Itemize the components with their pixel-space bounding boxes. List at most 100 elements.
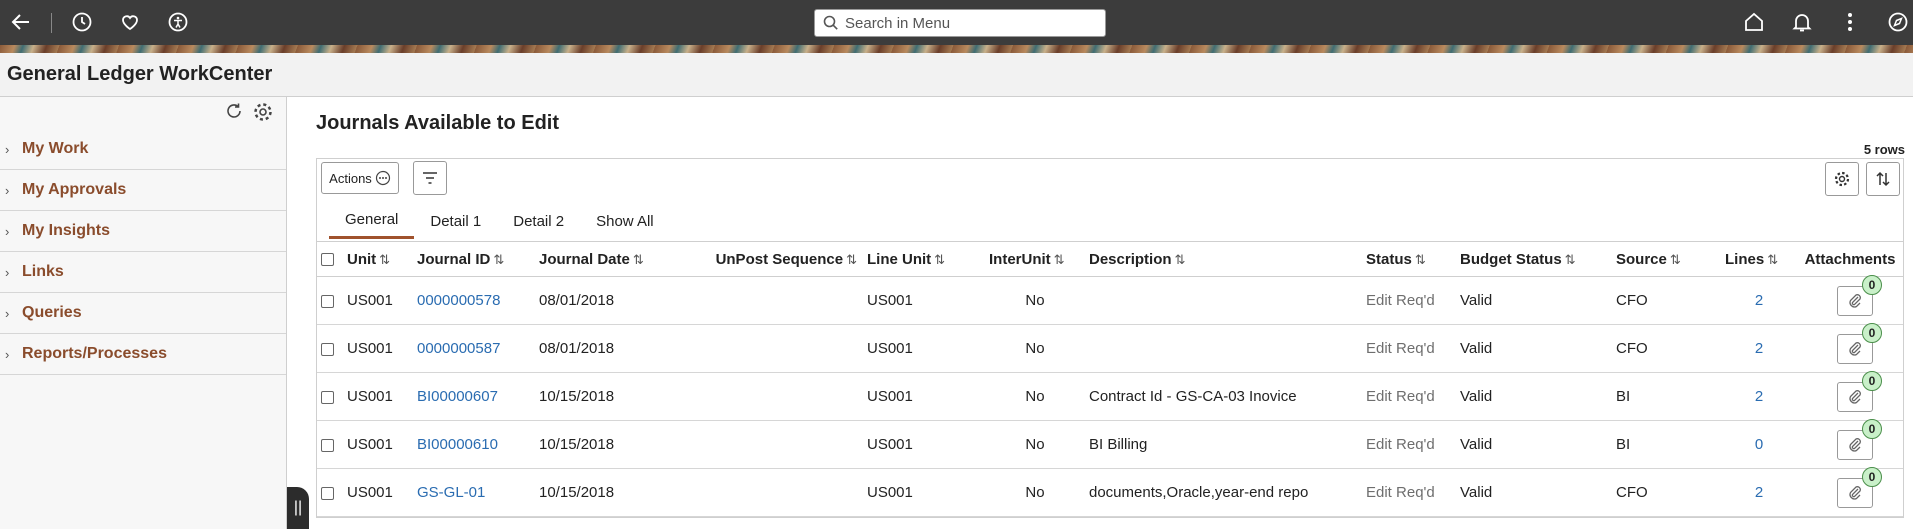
sort-icon[interactable]: ⇅: [633, 252, 644, 267]
cell-source: CFO: [1616, 340, 1648, 357]
sort-icon[interactable]: ⇅: [493, 252, 504, 267]
column-header-interunit[interactable]: InterUnit ⇅: [985, 242, 1085, 277]
sort-icon[interactable]: ⇅: [1175, 252, 1186, 267]
attachment-button[interactable]: 0: [1837, 466, 1882, 508]
sort-icon[interactable]: ⇅: [1767, 252, 1778, 267]
lines-link[interactable]: 0: [1721, 421, 1797, 469]
sort-icon[interactable]: ⇅: [1565, 252, 1576, 267]
cell-budget-status: Valid: [1460, 484, 1493, 501]
column-header-attachments: Attachments: [1804, 250, 1896, 268]
sort-icon[interactable]: ⇅: [379, 252, 390, 267]
cell-budget-status: Valid: [1460, 388, 1493, 405]
attachment-count-badge: 0: [1862, 274, 1882, 295]
journal-id-link[interactable]: BI00000607: [413, 373, 535, 421]
column-header-status[interactable]: Status ⇅: [1362, 242, 1456, 277]
navigator-compass-icon[interactable]: [1886, 10, 1910, 34]
sort-icon[interactable]: ⇅: [1054, 252, 1065, 267]
column-header-unit[interactable]: Unit ⇅: [343, 242, 413, 277]
lines-link[interactable]: 2: [1721, 373, 1797, 421]
grid-sort-button[interactable]: [1866, 162, 1900, 196]
column-header-description[interactable]: Description ⇅: [1085, 242, 1362, 277]
row-select-checkbox[interactable]: [321, 438, 334, 452]
more-options-icon[interactable]: [1838, 10, 1862, 34]
cell-journal-date: 08/01/2018: [539, 292, 615, 309]
sidebar-collapse-handle[interactable]: ||: [287, 487, 309, 529]
cell-description: BI Billing: [1089, 436, 1148, 453]
attachment-button[interactable]: 0: [1837, 370, 1882, 412]
paperclip-icon: [1848, 293, 1862, 313]
sort-icon[interactable]: ⇅: [1415, 252, 1426, 267]
table-header-row: Unit ⇅ Journal ID ⇅ Journal Date ⇅ UnPost S…: [317, 241, 1903, 277]
cell-status: Edit Req'd: [1366, 340, 1435, 357]
journal-id-link[interactable]: GS-GL-01: [413, 469, 535, 517]
column-header-unpost-sequence[interactable]: UnPost Sequence ⇅: [709, 242, 863, 277]
column-header-budget-status[interactable]: Budget Status ⇅: [1456, 242, 1612, 277]
sidebar: › My Work › My Approvals › My Insights ›…: [0, 97, 287, 529]
settings-gear-icon[interactable]: [252, 101, 274, 128]
sidebar-item-reports-processes[interactable]: › Reports/Processes: [0, 334, 286, 375]
paperclip-icon: [1848, 485, 1862, 505]
cell-line-unit: US001: [867, 484, 913, 501]
history-icon[interactable]: [70, 10, 94, 34]
cell-status: Edit Req'd: [1366, 436, 1435, 453]
accessibility-icon[interactable]: [166, 10, 190, 34]
select-all-checkbox[interactable]: [321, 253, 334, 267]
tab-detail-1[interactable]: Detail 1: [414, 203, 497, 239]
grid-settings-button[interactable]: [1825, 162, 1859, 196]
cell-source: CFO: [1616, 292, 1648, 309]
back-arrow-icon[interactable]: [9, 10, 33, 34]
lines-link[interactable]: 2: [1721, 469, 1797, 517]
filter-icon: [423, 172, 437, 184]
menu-search-input[interactable]: Search in Menu: [814, 9, 1106, 37]
cell-unpost-sequence: [709, 373, 863, 421]
cell-interunit: No: [1025, 484, 1045, 501]
attachment-button[interactable]: 0: [1837, 274, 1882, 316]
actions-button[interactable]: Actions: [321, 162, 399, 194]
cell-status: Edit Req'd: [1366, 388, 1435, 405]
sidebar-item-links[interactable]: › Links: [0, 252, 286, 293]
row-select-checkbox[interactable]: [321, 294, 334, 308]
journal-id-link[interactable]: 0000000578: [413, 277, 535, 325]
row-select-checkbox[interactable]: [321, 390, 334, 404]
cell-description: Contract Id - GS-CA-03 Inovice: [1089, 388, 1297, 405]
filter-button[interactable]: [413, 161, 447, 195]
cell-source: CFO: [1616, 484, 1648, 501]
attachment-button[interactable]: 0: [1837, 418, 1882, 460]
column-header-line-unit[interactable]: Line Unit ⇅: [863, 242, 985, 277]
column-header-journal-id[interactable]: Journal ID ⇅: [413, 242, 535, 277]
lines-link[interactable]: 2: [1721, 277, 1797, 325]
home-icon[interactable]: [1742, 10, 1766, 34]
cell-interunit: No: [1025, 292, 1045, 309]
sidebar-item-queries[interactable]: › Queries: [0, 293, 286, 334]
journal-id-link[interactable]: BI00000610: [413, 421, 535, 469]
page-title: General Ledger WorkCenter: [7, 63, 273, 85]
sidebar-tools: [224, 101, 274, 128]
favorites-heart-icon[interactable]: [118, 10, 142, 34]
row-select-checkbox[interactable]: [321, 486, 334, 500]
column-header-journal-date[interactable]: Journal Date ⇅: [535, 242, 709, 277]
tab-detail-2[interactable]: Detail 2: [497, 203, 580, 239]
sort-icon[interactable]: ⇅: [934, 252, 945, 267]
sidebar-item-my-work[interactable]: › My Work: [0, 129, 286, 170]
column-header-lines[interactable]: Lines ⇅: [1721, 242, 1797, 277]
row-select-checkbox[interactable]: [321, 342, 334, 356]
cell-unpost-sequence: [709, 325, 863, 373]
chevron-right-icon: ›: [5, 305, 10, 321]
attachment-button[interactable]: 0: [1837, 322, 1882, 364]
refresh-icon[interactable]: [224, 101, 244, 128]
column-header-source[interactable]: Source ⇅: [1612, 242, 1721, 277]
sidebar-item-my-approvals[interactable]: › My Approvals: [0, 170, 286, 211]
notifications-bell-icon[interactable]: [1790, 10, 1814, 34]
sidebar-item-label: Links: [22, 263, 64, 280]
cell-description: [1085, 325, 1362, 373]
cell-unit: US001: [347, 436, 393, 453]
tab-show-all[interactable]: Show All: [580, 203, 670, 239]
journal-id-link[interactable]: 0000000587: [413, 325, 535, 373]
sort-icon[interactable]: ⇅: [846, 252, 857, 267]
sidebar-item-my-insights[interactable]: › My Insights: [0, 211, 286, 252]
lines-link[interactable]: 2: [1721, 325, 1797, 373]
sort-icon[interactable]: ⇅: [1670, 252, 1681, 267]
tab-general[interactable]: General: [329, 203, 415, 239]
cell-line-unit: US001: [867, 388, 913, 405]
cell-unpost-sequence: [709, 277, 863, 325]
